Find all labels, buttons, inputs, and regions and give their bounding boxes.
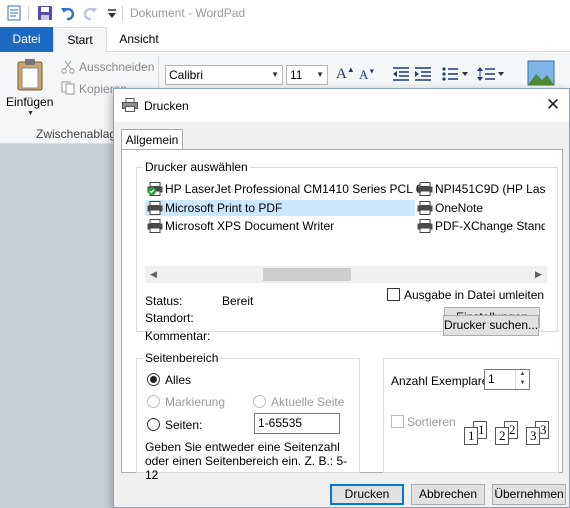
window-title: Dokument - WordPad (130, 6, 246, 20)
printer-name: OneNote (435, 201, 484, 215)
print-dialog: Drucken ✕ Allgemein Drucker auswählen HP… (113, 88, 570, 508)
dialog-title: Drucken (144, 99, 189, 113)
cut-icon[interactable] (61, 60, 75, 74)
wordpad-icon (7, 5, 21, 21)
chevron-down-icon: ▼ (271, 70, 279, 79)
apply-button[interactable]: Übernehmen (492, 484, 566, 505)
printer-select-group: Drucker auswählen HP LaserJet Profession… (136, 160, 558, 343)
line-spacing-icon[interactable] (477, 66, 505, 82)
paste-icon[interactable] (16, 58, 44, 92)
printer-item[interactable]: OneNote (415, 200, 483, 216)
tab-general[interactable]: Allgemein (121, 129, 183, 150)
printer-item-selected[interactable]: Microsoft Print to PDF (145, 200, 415, 216)
page-range-group: Seitenbereich Alles Markierung Aktuelle … (136, 351, 360, 482)
radio-selection[interactable] (147, 395, 160, 408)
tab-view[interactable]: Ansicht (107, 27, 171, 52)
spin-down-icon[interactable]: ▼ (516, 379, 529, 388)
chevron-down-icon: ▼ (316, 70, 324, 79)
radio-all-label: Alles (165, 373, 192, 387)
paste-button[interactable]: Einfügen (6, 95, 53, 109)
collate-checkbox[interactable] (391, 415, 404, 428)
collate-illustration: 1 1 2 2 3 3 (464, 414, 556, 462)
title-bar: Dokument - WordPad (0, 0, 570, 27)
decrease-indent-icon[interactable] (392, 66, 410, 82)
copies-label: Anzahl Exemplare: (391, 374, 492, 388)
default-printer-icon (147, 182, 163, 196)
print-to-file-label: Ausgabe in Datei umleiten (404, 288, 545, 302)
page-range-label: Seitenbereich (143, 351, 221, 365)
font-size-value: 11 (290, 68, 303, 82)
printer-item[interactable]: PDF-XChange Standard (415, 218, 545, 234)
cancel-button[interactable]: Abbrechen (411, 484, 485, 505)
copies-value: 1 (488, 372, 495, 386)
printer-group-label: Drucker auswählen (143, 160, 250, 174)
printer-item[interactable]: Microsoft XPS Document Writer (145, 218, 415, 234)
ribbon-tabs: Datei Start Ansicht (0, 27, 570, 53)
print-to-file-checkbox[interactable] (387, 288, 400, 301)
copy-icon[interactable] (61, 81, 75, 95)
printer-name: HP LaserJet Professional CM1410 Series P… (165, 182, 423, 196)
spin-up-icon[interactable]: ▲ (516, 370, 529, 379)
picture-icon[interactable] (527, 60, 555, 86)
printer-icon (417, 201, 433, 215)
printer-item[interactable]: NPI451C9D (HP LaserJet (415, 181, 545, 197)
increase-indent-icon[interactable] (414, 66, 432, 82)
print-button[interactable]: Drucken (330, 484, 404, 505)
radio-pages-label: Seiten: (165, 418, 203, 432)
radio-selection-label: Markierung (165, 395, 226, 409)
scrollbar-thumb[interactable] (263, 268, 351, 281)
status-value: Bereit (222, 294, 254, 308)
pages-input[interactable]: 1-65535 (254, 413, 340, 434)
tab-start[interactable]: Start (53, 27, 107, 53)
network-printer-icon (417, 182, 433, 196)
paste-dropdown-icon[interactable]: ▼ (27, 110, 34, 117)
printer-icon (147, 219, 163, 233)
font-size-combo[interactable]: 11 ▼ (286, 65, 328, 85)
clipboard-group-label: Zwischenablage (36, 127, 123, 141)
font-family-combo[interactable]: Calibri ▼ (165, 65, 283, 85)
bullet-list-icon[interactable] (441, 66, 469, 82)
printer-name: NPI451C9D (HP LaserJet (435, 182, 545, 196)
status-label: Status: (145, 294, 183, 308)
copies-input[interactable]: 1 ▲ ▼ (484, 369, 530, 390)
save-icon[interactable] (37, 5, 53, 21)
printer-icon (417, 219, 433, 233)
comment-label: Kommentar: (145, 329, 211, 343)
dialog-title-bar: Drucken ✕ (114, 89, 569, 122)
printer-list-scrollbar[interactable]: ◀ ▶ (145, 266, 547, 283)
close-icon[interactable]: ✕ (543, 95, 563, 115)
customize-toolbar-icon[interactable] (104, 5, 120, 21)
copies-group: Anzahl Exemplare: 1 ▲ ▼ Sortieren 1 1 2 … (383, 358, 559, 473)
radio-current-page[interactable] (253, 395, 266, 408)
location-label: Standort: (145, 311, 194, 325)
undo-icon[interactable] (60, 5, 76, 21)
printer-item[interactable]: HP LaserJet Professional CM1410 Series P… (145, 181, 422, 197)
printer-name: Microsoft Print to PDF (165, 201, 283, 215)
font-family-value: Calibri (169, 68, 204, 82)
printer-icon (122, 98, 138, 112)
general-panel: Drucker auswählen HP LaserJet Profession… (121, 149, 563, 482)
printer-name: PDF-XChange Standard (435, 219, 545, 233)
radio-pages[interactable] (147, 418, 160, 431)
printer-icon (147, 201, 163, 215)
find-printer-button[interactable]: Drucker suchen... (443, 315, 539, 336)
printer-name: Microsoft XPS Document Writer (165, 219, 335, 233)
collate-label: Sortieren (407, 415, 456, 429)
printer-list-column-2: NPI451C9D (HP LaserJet OneNote PDF-XChan… (415, 180, 545, 240)
grow-font-icon[interactable]: A▲ (336, 65, 355, 83)
scroll-left-icon[interactable]: ◀ (145, 266, 162, 283)
cut-button[interactable]: Ausschneiden (79, 60, 154, 74)
redo-icon[interactable] (82, 5, 98, 21)
radio-all[interactable] (147, 373, 160, 386)
page-range-hint: Geben Sie entweder eine Seitenzahl oder … (145, 440, 348, 482)
radio-current-page-label: Aktuelle Seite (271, 395, 345, 409)
tab-file[interactable]: Datei (0, 27, 53, 52)
copies-spinner[interactable]: ▲ ▼ (515, 370, 529, 389)
shrink-font-icon[interactable]: A▼ (359, 67, 375, 83)
scroll-right-icon[interactable]: ▶ (530, 266, 547, 283)
